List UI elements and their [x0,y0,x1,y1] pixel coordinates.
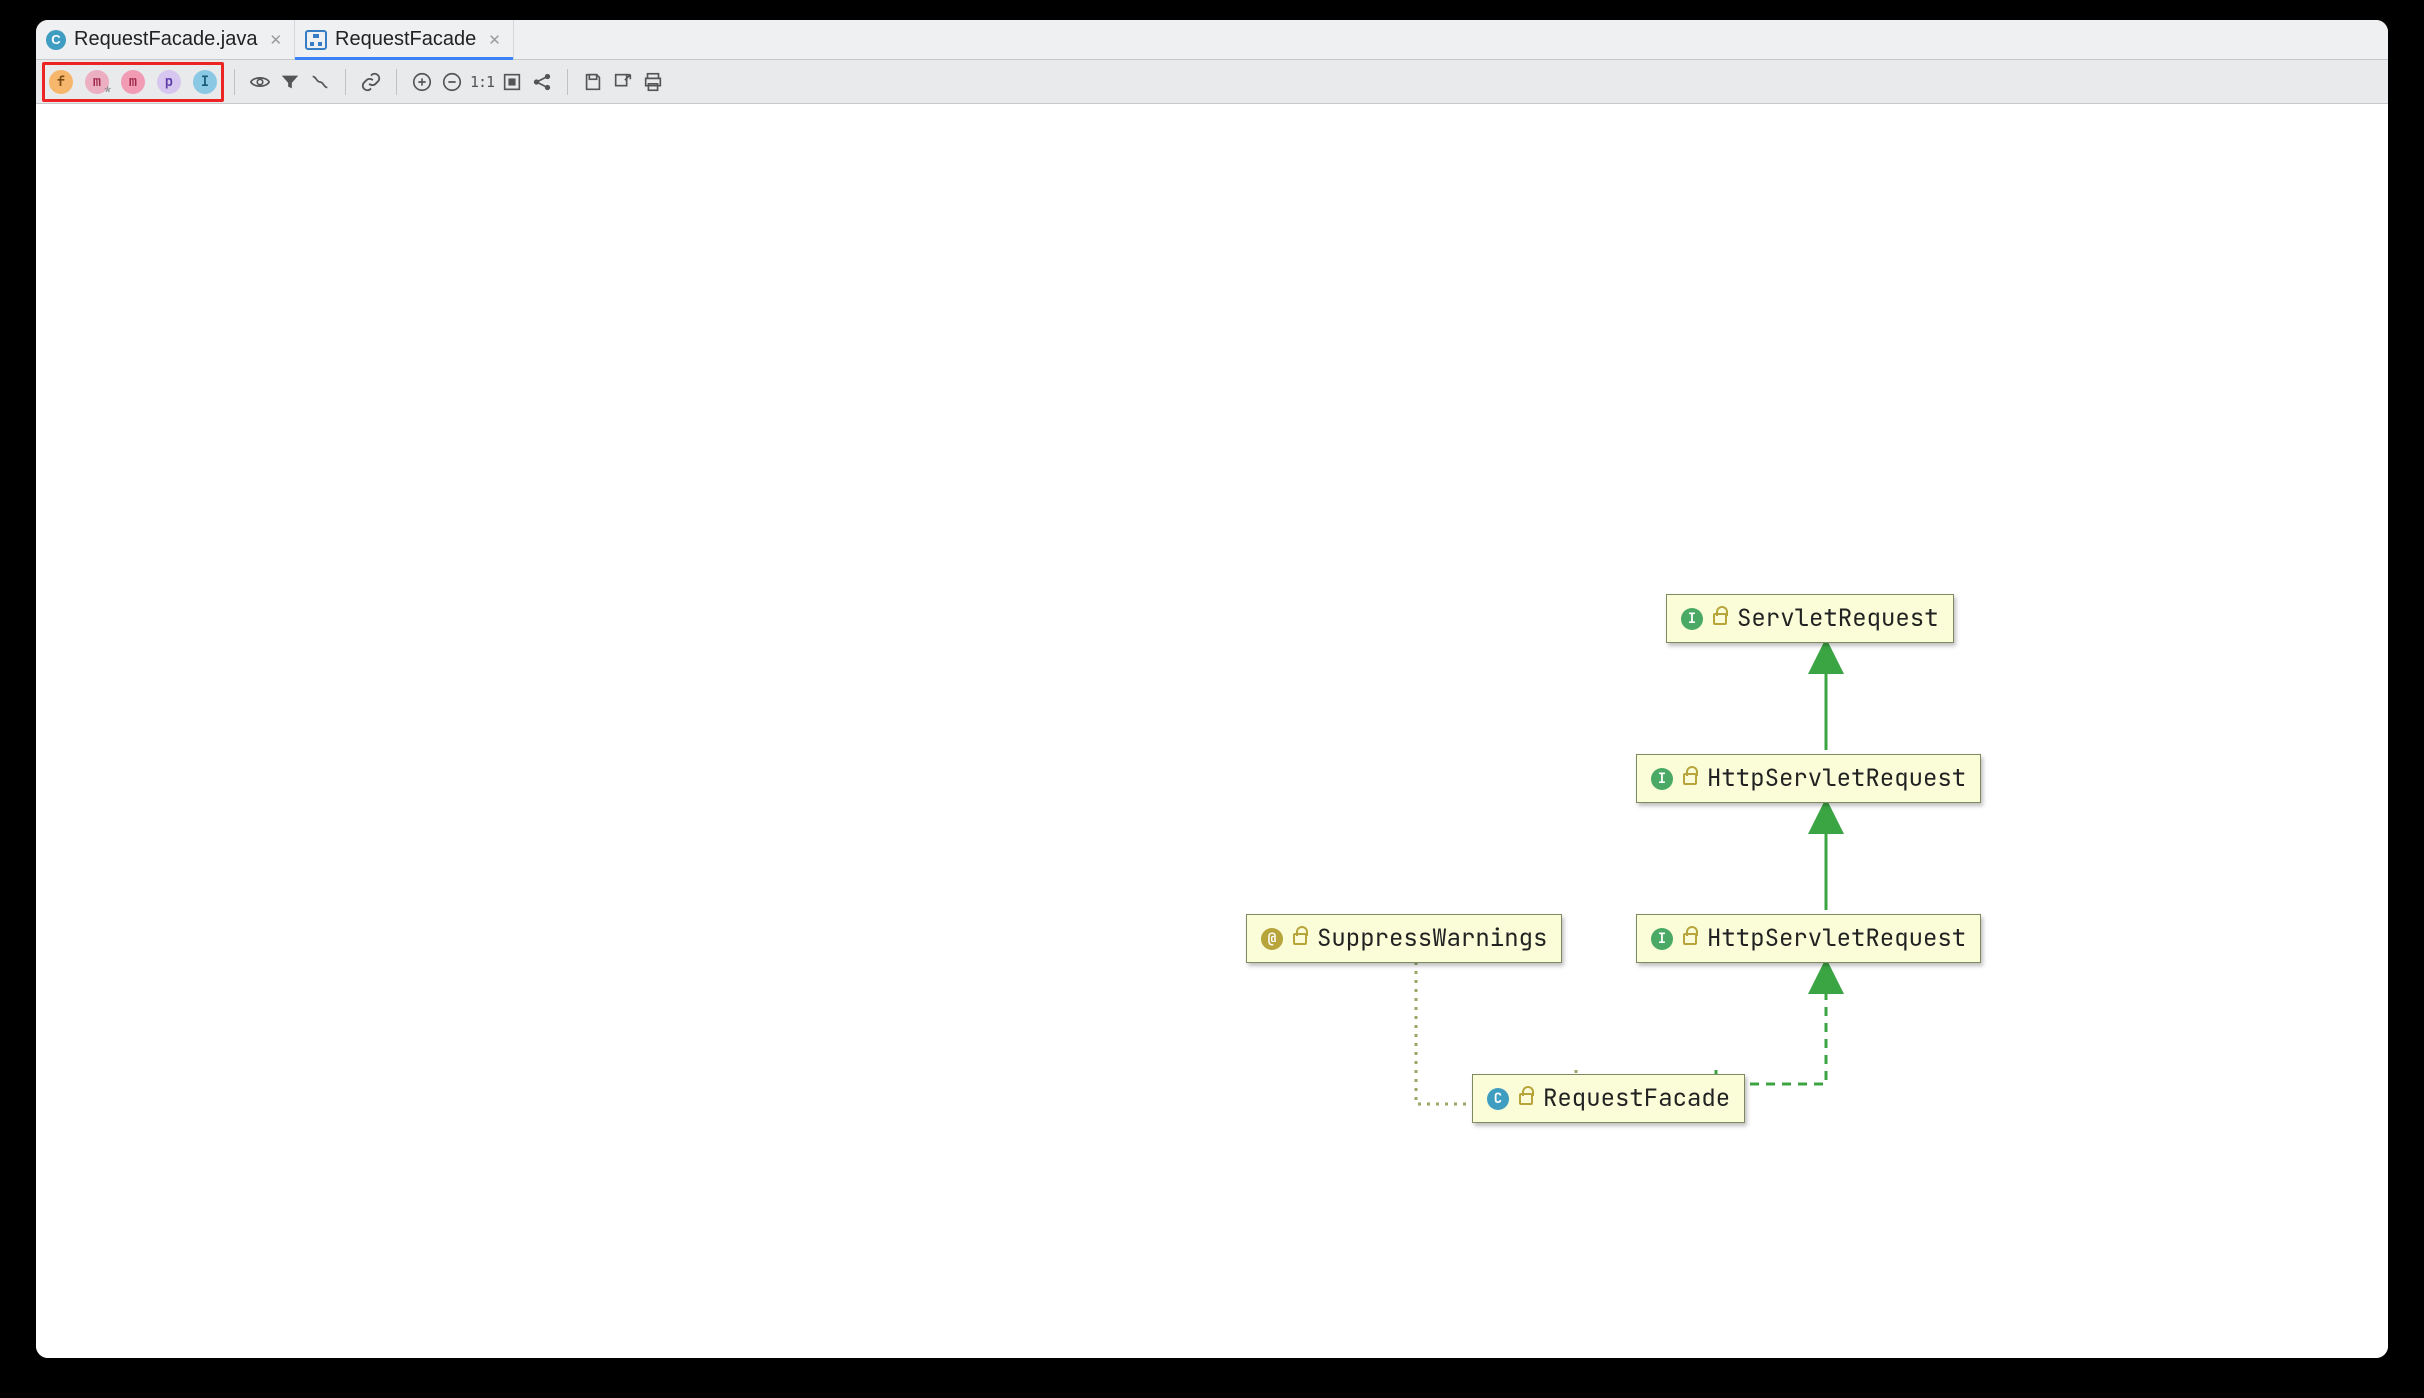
tab-requestfacade-java[interactable]: C RequestFacade.java ✕ [36,20,295,59]
interface-badge-icon: I [1651,768,1673,790]
lock-icon [1293,933,1307,945]
tab-label: RequestFacade.java [74,28,257,51]
filter-methods-button[interactable]: m [121,70,145,94]
lock-icon [1683,933,1697,945]
filter-constructors-button[interactable]: m [85,70,109,94]
class-badge-icon: C [1487,1088,1509,1110]
node-label: RequestFacade [1543,1083,1730,1114]
tab-label: RequestFacade [335,28,476,51]
filter-properties-button[interactable]: p [157,70,181,94]
link-button[interactable] [356,67,386,97]
lock-icon [1683,773,1697,785]
zoom-actual-button[interactable]: 1:1 [467,67,497,97]
node-label: HttpServletRequest [1707,763,1966,794]
node-suppress-warnings[interactable]: @ SuppressWarnings [1246,914,1562,963]
toolbar-separator [567,69,568,95]
visibility-button[interactable] [245,67,275,97]
export-button[interactable] [608,67,638,97]
save-button[interactable] [578,67,608,97]
class-icon: C [46,30,66,50]
filter-inner-button[interactable]: I [193,70,217,94]
diagram-canvas[interactable]: I ServletRequest I HttpServletRequest I … [36,104,2388,1358]
annotation-badge-icon: @ [1261,928,1283,950]
node-request-facade[interactable]: C RequestFacade [1472,1074,1745,1123]
fit-content-button[interactable] [497,67,527,97]
layout-button[interactable] [305,67,335,97]
toolbar-separator [396,69,397,95]
node-label: SuppressWarnings [1317,923,1547,954]
diagram-icon [305,30,327,50]
close-icon[interactable]: ✕ [269,31,282,49]
lock-icon [1519,1093,1533,1105]
zoom-in-button[interactable] [407,67,437,97]
tab-requestfacade-diagram[interactable]: RequestFacade ✕ [295,20,514,59]
print-button[interactable] [638,67,668,97]
diagram-toolbar: f m m p I [36,60,2388,104]
node-label: ServletRequest [1737,603,1939,634]
editor-tabbar: C RequestFacade.java ✕ RequestFacade ✕ [36,20,2388,60]
close-icon[interactable]: ✕ [488,31,501,49]
interface-badge-icon: I [1681,608,1703,630]
node-label: HttpServletRequest [1707,923,1966,954]
node-http-servlet-request-1[interactable]: I HttpServletRequest [1636,754,1981,803]
edge-overlay [36,104,2388,1358]
share-button[interactable] [527,67,557,97]
node-http-servlet-request-2[interactable]: I HttpServletRequest [1636,914,1981,963]
filter-button[interactable] [275,67,305,97]
category-filters-highlight: f m m p I [42,62,224,102]
lock-icon [1713,613,1727,625]
filter-fields-button[interactable]: f [49,70,73,94]
node-servlet-request[interactable]: I ServletRequest [1666,594,1954,643]
interface-badge-icon: I [1651,928,1673,950]
toolbar-separator [345,69,346,95]
toolbar-separator [234,69,235,95]
zoom-out-button[interactable] [437,67,467,97]
